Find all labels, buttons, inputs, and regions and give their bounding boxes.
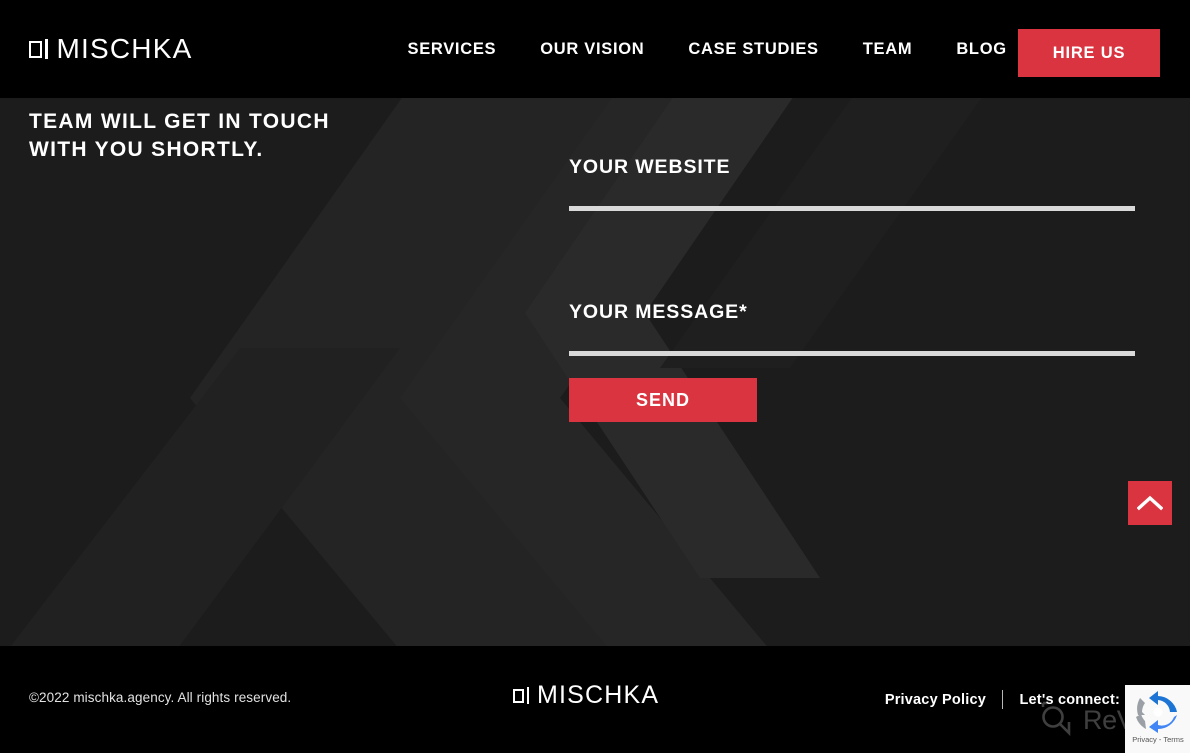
nav-item-case-studies[interactable]: CASE STUDIES <box>666 40 840 59</box>
message-field-label: YOUR MESSAGE* <box>569 301 748 323</box>
website-field-label: YOUR WEBSITE <box>569 156 731 178</box>
footer-brand-logo[interactable]: MISCHKA <box>513 683 659 708</box>
page-heading: TEAM WILL GET IN TOUCH WITH YOU SHORTLY. <box>29 110 330 161</box>
hire-us-button[interactable]: HIRE US <box>1018 29 1160 77</box>
message-field-group: YOUR MESSAGE* <box>569 301 1135 356</box>
site-header: MISCHKA SERVICES OUR VISION CASE STUDIES… <box>0 0 1190 98</box>
nav-item-team[interactable]: TEAM <box>841 40 935 59</box>
scroll-to-top-button[interactable] <box>1128 481 1172 525</box>
website-field-group: YOUR WEBSITE <box>569 156 1135 211</box>
brand-logo[interactable]: MISCHKA <box>29 35 192 63</box>
contact-section: TEAM WILL GET IN TOUCH WITH YOU SHORTLY.… <box>0 98 1190 646</box>
site-footer: ©2022 mischka.agency. All rights reserve… <box>0 646 1190 753</box>
main-navigation: SERVICES OUR VISION CASE STUDIES TEAM BL… <box>385 40 1028 59</box>
footer-links: Privacy Policy Let's connect: <box>885 690 1120 709</box>
recaptcha-text: Privacy - Terms <box>1132 735 1184 744</box>
footer-logomark-icon <box>513 687 529 704</box>
nav-item-services[interactable]: SERVICES <box>385 40 518 59</box>
connect-label: Let's connect: <box>1019 691 1120 708</box>
privacy-policy-link[interactable]: Privacy Policy <box>885 692 986 708</box>
brand-name: MISCHKA <box>56 33 193 64</box>
footer-divider <box>1001 690 1004 709</box>
contact-page: MISCHKA SERVICES OUR VISION CASE STUDIES… <box>0 0 1190 753</box>
send-button[interactable]: SEND <box>569 378 757 422</box>
chevron-up-icon <box>1137 495 1163 511</box>
footer-brand-name: MISCHKA <box>537 681 660 709</box>
recaptcha-badge[interactable]: Privacy - Terms <box>1125 685 1190 753</box>
nav-item-our-vision[interactable]: OUR VISION <box>518 40 666 59</box>
copyright-text: ©2022 mischka.agency. All rights reserve… <box>29 690 292 705</box>
logomark-icon <box>29 39 48 59</box>
website-input[interactable] <box>569 188 1135 211</box>
nav-item-blog[interactable]: BLOG <box>934 40 1028 59</box>
recaptcha-icon <box>1136 691 1177 733</box>
message-input[interactable] <box>569 333 1135 356</box>
